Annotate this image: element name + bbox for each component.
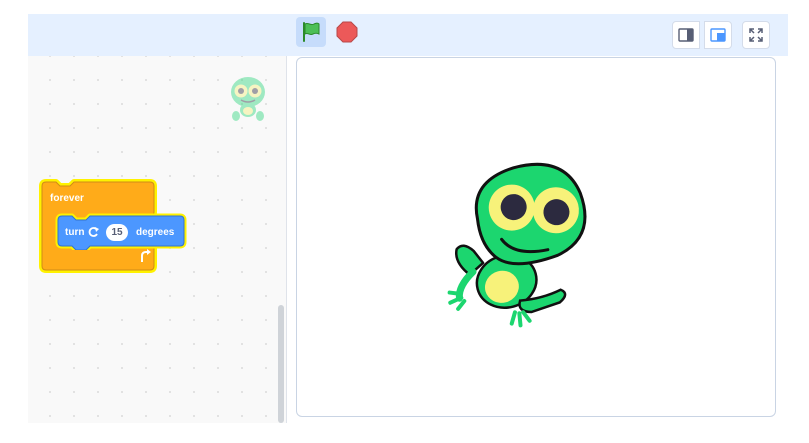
sprite-thumbnail bbox=[231, 77, 265, 121]
fullscreen-button[interactable] bbox=[742, 21, 770, 49]
left-margin bbox=[0, 0, 28, 443]
small-stage-button[interactable] bbox=[672, 21, 700, 49]
degrees-label: degrees bbox=[136, 227, 175, 238]
green-flag-icon bbox=[303, 22, 320, 42]
degrees-input[interactable]: 15 bbox=[106, 224, 128, 241]
scratch-editor: forever turn 15 degrees bbox=[0, 0, 809, 443]
fullscreen-icon bbox=[749, 28, 763, 42]
bottom-margin bbox=[28, 423, 788, 443]
stop-icon bbox=[336, 21, 358, 43]
code-workspace[interactable]: forever turn 15 degrees bbox=[28, 56, 287, 423]
rotate-right-icon bbox=[88, 227, 99, 237]
turn-label: turn bbox=[65, 227, 85, 238]
stage-header bbox=[28, 14, 788, 56]
sprite-on-stage[interactable] bbox=[435, 146, 625, 336]
small-stage-icon bbox=[678, 28, 694, 42]
green-flag-button[interactable] bbox=[296, 17, 326, 47]
forever-label: forever bbox=[50, 193, 84, 204]
script-stack[interactable]: forever turn 15 degrees bbox=[38, 178, 188, 278]
normal-stage-button[interactable] bbox=[704, 21, 732, 49]
stop-button[interactable] bbox=[332, 17, 362, 47]
stage-canvas[interactable] bbox=[296, 57, 776, 417]
workspace-vertical-scrollbar[interactable] bbox=[278, 305, 284, 423]
normal-stage-icon bbox=[710, 28, 726, 42]
